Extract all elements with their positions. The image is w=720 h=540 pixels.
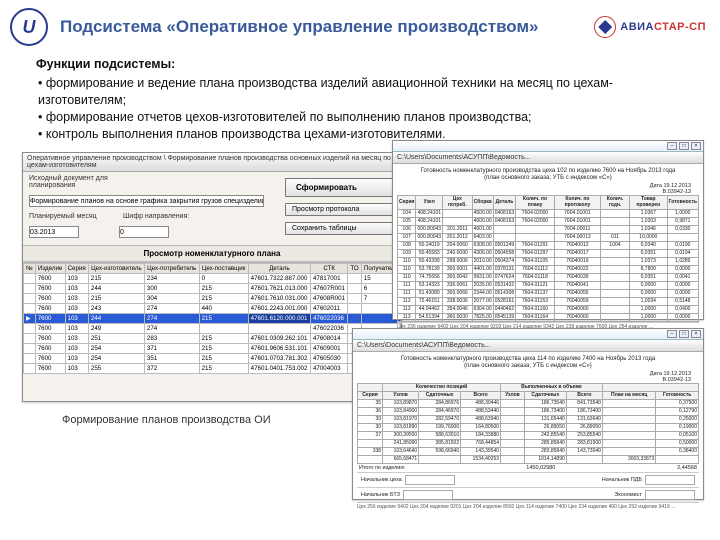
sig-label: Начальник цеха bbox=[361, 477, 402, 483]
report-grid-bottom: Количество позицийВыполненных в объемеСе… bbox=[357, 383, 699, 464]
maximize-icon[interactable]: □ bbox=[679, 330, 689, 338]
sig-label: Начальник ПДБ bbox=[602, 477, 642, 483]
minimize-icon[interactable]: – bbox=[667, 142, 677, 150]
window-title: C:\Users\Documents\АСУПП\Ведомость... bbox=[353, 340, 703, 352]
report-date: Дата 19.12.2013В.03942-13 bbox=[357, 371, 699, 383]
save-tables-button[interactable]: Сохранить таблицы bbox=[285, 222, 395, 235]
sig-input[interactable] bbox=[645, 475, 695, 485]
sig-label: Начальник БТЗ bbox=[361, 492, 400, 498]
maximize-icon[interactable]: □ bbox=[679, 142, 689, 150]
total-value: 1450,02980 bbox=[526, 465, 555, 471]
report-date: Дата 19.12.2013В.03942-13 bbox=[397, 183, 699, 195]
logo-left bbox=[10, 8, 48, 46]
window-chrome: – □ × bbox=[353, 329, 703, 340]
signature-bar: Начальник цеха Начальник ПДБ bbox=[357, 472, 699, 487]
function-item: формирование отчетов цехов-изготовителей… bbox=[38, 109, 692, 126]
shifr-label: Шифр направления: bbox=[123, 213, 193, 220]
screenshot-area: Оперативное управление производством \ Ф… bbox=[22, 152, 710, 512]
functions-heading: Функции подсистемы: bbox=[36, 56, 692, 73]
minimize-icon[interactable]: – bbox=[667, 330, 677, 338]
window-title: Оперативное управление производством \ Ф… bbox=[23, 153, 401, 172]
sig-input[interactable] bbox=[403, 490, 453, 500]
form-button[interactable]: Сформировать bbox=[285, 178, 395, 197]
report-title: Готовность номенклатурного производства … bbox=[357, 356, 699, 369]
slide-header: Подсистема «Оперативное управление произ… bbox=[0, 0, 720, 50]
close-icon[interactable]: × bbox=[691, 330, 701, 338]
sig-input[interactable] bbox=[405, 475, 455, 485]
src-label: Исходный документ для планирования bbox=[29, 175, 119, 189]
figure-caption: Формирование планов производства ОИ bbox=[62, 414, 271, 426]
body-text: Функции подсистемы: формирование и веден… bbox=[0, 50, 720, 144]
window-chrome: – □ × bbox=[393, 141, 703, 152]
report-window-bottom: – □ × C:\Users\Documents\АСУПП\Ведомость… bbox=[352, 328, 704, 500]
signature-bar: Начальник БТЗ Экономист bbox=[357, 487, 699, 502]
report-window-top: – □ × C:\Users\Documents\АСУПП\Ведомость… bbox=[392, 140, 704, 320]
shifr-input[interactable] bbox=[119, 226, 169, 238]
brand-text: АВИАСТАР-СП bbox=[620, 21, 706, 33]
source-select[interactable] bbox=[29, 195, 264, 207]
function-item: формирование и ведение плана производств… bbox=[38, 75, 692, 109]
star-icon bbox=[594, 16, 616, 38]
month-input[interactable] bbox=[29, 226, 79, 238]
report-title: Готовность номенклатурного производства … bbox=[397, 168, 699, 181]
tab-strip[interactable]: Цех 256 изделие 9402 Цех 204 изделие 920… bbox=[357, 502, 699, 510]
view-protocol-button[interactable]: Просмотр протокола bbox=[285, 203, 395, 216]
report-grid-top: СерияУзелЦех потреб.СборкаДетальКолич. п… bbox=[397, 195, 699, 322]
grid-title: Просмотр номенклатурного плана bbox=[23, 245, 401, 262]
total-g: 2,44568 bbox=[677, 465, 697, 471]
sig-label: Экономист bbox=[614, 492, 642, 498]
functions-list: формирование и ведение плана производств… bbox=[36, 75, 692, 143]
form-window: Оперативное управление производством \ Ф… bbox=[22, 152, 402, 402]
close-icon[interactable]: × bbox=[691, 142, 701, 150]
slide-title: Подсистема «Оперативное управление произ… bbox=[60, 17, 594, 37]
sig-input[interactable] bbox=[645, 490, 695, 500]
month-label: Планируемый месяц bbox=[29, 213, 119, 220]
nomenclature-grid[interactable]: №ИзделиеСерияЦех-изготовительЦех-потреби… bbox=[23, 263, 401, 374]
window-title: C:\Users\Documents\АСУПП\Ведомость... bbox=[393, 152, 703, 164]
logo-right: АВИАСТАР-СП bbox=[594, 16, 706, 38]
total-label: Итого по изделию bbox=[359, 465, 404, 471]
